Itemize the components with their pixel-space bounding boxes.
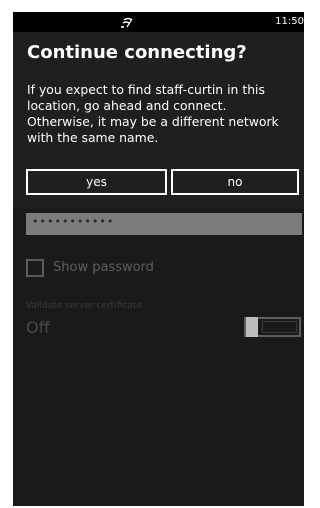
clock: 11:50 xyxy=(275,16,304,27)
yes-button[interactable]: yes xyxy=(26,169,167,195)
settings-backdrop xyxy=(13,209,304,506)
validate-certificate-label: Validate server certificate xyxy=(26,301,142,311)
toggle-track xyxy=(262,321,297,333)
toggle-thumb xyxy=(246,317,258,337)
dialog-title: Continue connecting? xyxy=(27,42,247,63)
continue-connecting-dialog: Continue connecting? If you expect to fi… xyxy=(13,32,304,209)
show-password-label: Show password xyxy=(53,260,154,275)
status-bar: 11:50 xyxy=(13,12,304,32)
validate-certificate-toggle[interactable] xyxy=(244,317,301,337)
show-password-checkbox[interactable] xyxy=(26,259,44,277)
no-button[interactable]: no xyxy=(171,169,299,195)
validate-certificate-value: Off xyxy=(26,318,50,337)
password-field[interactable]: ••••••••••• xyxy=(26,213,302,235)
wifi-signal-icon xyxy=(121,17,133,28)
phone-screen: 11:50 ••••••••••• Show password Validate… xyxy=(13,12,304,506)
dialog-message: If you expect to find staff-curtin in th… xyxy=(27,82,279,145)
